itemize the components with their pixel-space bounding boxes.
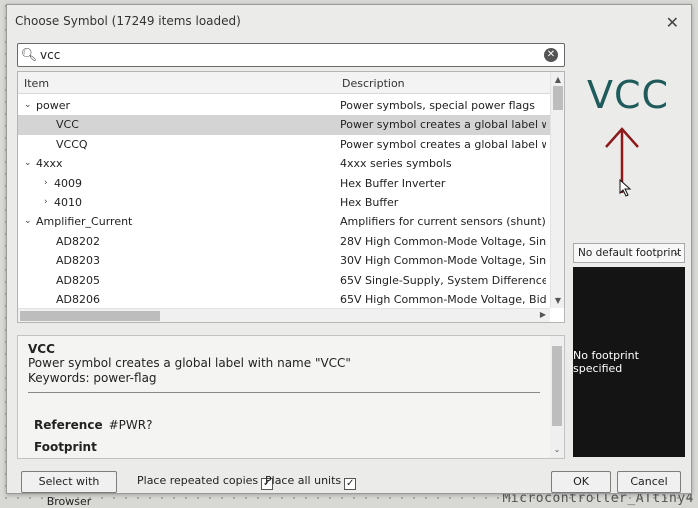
tree-row-description: Power symbols, special power flags	[340, 99, 535, 112]
column-header-description[interactable]: Description	[342, 77, 405, 90]
chevron-down-icon: ⌄	[672, 248, 680, 258]
tree-row-item: AD8203	[56, 254, 100, 268]
tree-row-description: 30V High Common-Mode Voltage, Single-Suj	[340, 254, 546, 268]
tree-row-item: AD8206	[56, 292, 100, 306]
hscroll-thumb[interactable]	[20, 311, 160, 321]
search-icon: 🔍︎	[20, 47, 38, 63]
tree-horizontal-scrollbar[interactable]: ◀ ▶	[18, 308, 550, 322]
tree-row[interactable]: ⌄ power Power symbols, special power flags	[18, 96, 550, 115]
tree-row-description: Hex Buffer Inverter	[340, 176, 446, 190]
tree-row[interactable]: AD8202 28V High Common-Mode Voltage, Sing…	[18, 232, 550, 251]
collapse-arrow-icon[interactable]: ⌄	[24, 154, 32, 173]
expand-arrow-icon[interactable]: ›	[44, 193, 48, 212]
place-repeated-copies-label: Place repeated copies	[137, 474, 259, 487]
tree-row[interactable]: ⌄ Amplifier_Current Amplifiers for current…	[18, 212, 550, 231]
tree-row[interactable]: ⌄ 4xxx 4xxx series symbols	[18, 154, 550, 173]
tree-row[interactable]: VCCQ Power symbol creates a global label …	[18, 135, 550, 154]
details-divider	[28, 392, 540, 393]
tree-row-item: power	[36, 99, 70, 112]
tree-row[interactable]: › 4010 Hex Buffer	[18, 193, 550, 212]
reference-label: Reference	[34, 418, 103, 432]
footprint-message: No footprint specified	[573, 349, 639, 375]
ok-button[interactable]: OK	[551, 471, 611, 493]
tree-row[interactable]: VCC Power symbol creates a global label w…	[18, 115, 550, 135]
details-reference: Reference #PWR?	[34, 418, 152, 432]
symbol-tree: Item Description ⌄ power Power symbols, sp…	[17, 71, 565, 323]
power-arrow-icon	[605, 127, 639, 193]
tree-row-description: 28V High Common-Mode Voltage, Single-Suj	[340, 234, 546, 248]
place-all-units-checkbox[interactable]: ✓	[344, 478, 357, 490]
expand-arrow-icon[interactable]: ›	[44, 174, 48, 193]
symbol-details-panel: VCC Power symbol creates a global label …	[17, 335, 565, 459]
tree-row-description: 65V High Common-Mode Voltage, Bidirectio	[340, 292, 546, 306]
tree-vertical-scrollbar[interactable]: ▲ ▼	[550, 72, 564, 308]
tree-row-item: VCC	[56, 118, 79, 132]
details-scroll-down-icon[interactable]: ⌄	[550, 445, 564, 454]
symbol-preview: VCC	[573, 43, 685, 239]
tree-row-description: Amplifiers for current sensors (shunt)	[340, 215, 546, 229]
tree-row-item: 4010	[54, 195, 82, 209]
scroll-down-icon[interactable]: ▼	[551, 296, 564, 305]
tree-row-item: 4xxx	[36, 157, 63, 171]
tree-row-description: 65V Single-Supply, System Difference Amp…	[340, 273, 546, 287]
scroll-thumb[interactable]	[553, 86, 563, 110]
details-keywords: Keywords: power-flag	[28, 371, 157, 385]
tree-row-description: Hex Buffer	[340, 195, 399, 209]
tree-row-item: VCCQ	[56, 137, 88, 151]
footprint-select-value: No default footprint	[578, 247, 682, 259]
details-name: VCC	[28, 342, 55, 356]
details-footprint-label: Footprint	[34, 440, 97, 454]
footprint-preview: No footprint specified	[573, 267, 685, 457]
reference-value: #PWR?	[108, 418, 153, 432]
tree-row-description: 4xxx series symbols	[340, 157, 452, 171]
tree-header: Item Description	[18, 72, 550, 94]
tree-row-item: AD8202	[56, 234, 100, 248]
tree-row-description: Power symbol creates a global label with…	[340, 118, 546, 132]
dialog-bottom-bar: Select with Browser Place repeated copie…	[21, 471, 685, 508]
collapse-arrow-icon[interactable]: ⌄	[24, 212, 32, 231]
footprint-select[interactable]: No default footprint ⌄	[573, 243, 685, 263]
dialog-titlebar: Choose Symbol (17249 items loaded)	[7, 5, 691, 37]
close-icon[interactable]: ✕	[666, 13, 679, 32]
tree-row-item: AD8205	[56, 273, 100, 287]
tree-row-item: 4009	[54, 176, 82, 190]
scroll-up-icon[interactable]: ▲	[551, 75, 564, 84]
search-box[interactable]: 🔍︎ ✕	[17, 43, 565, 67]
details-scrollbar[interactable]: ⌄	[550, 336, 564, 458]
tree-row-item: Amplifier_Current	[36, 215, 133, 229]
tree-row-description: Power symbol creates a global label with…	[340, 137, 546, 151]
dialog-title: Choose Symbol (17249 items loaded)	[15, 14, 241, 28]
tree-row[interactable]: › 4009 Hex Buffer Inverter	[18, 174, 550, 193]
tree-row[interactable]: AD8203 30V High Common-Mode Voltage, Sing…	[18, 251, 550, 270]
tree-row[interactable]: AD8205 65V Single-Supply, System Differen…	[18, 271, 550, 290]
tree-row[interactable]: AD8206 65V High Common-Mode Voltage, Bidi…	[18, 290, 550, 309]
search-input[interactable]	[40, 45, 544, 65]
column-header-item[interactable]: Item	[24, 77, 49, 90]
place-repeated-copies-option[interactable]: Place repeated copies ✓	[137, 474, 274, 490]
choose-symbol-dialog: Choose Symbol (17249 items loaded) ✕ 🔍︎ …	[6, 4, 692, 508]
tree-rows: ⌄ power Power symbols, special power flags…	[18, 96, 550, 309]
place-all-units-option[interactable]: Place all units ✓	[265, 474, 357, 490]
clear-search-icon[interactable]: ✕	[544, 48, 558, 62]
select-with-browser-button[interactable]: Select with Browser	[21, 471, 117, 508]
cancel-button[interactable]: Cancel	[617, 471, 681, 493]
place-all-units-label: Place all units	[265, 474, 342, 487]
details-scroll-thumb[interactable]	[552, 346, 562, 426]
details-description: Power symbol creates a global label with…	[28, 356, 351, 370]
mouse-cursor-icon	[619, 179, 632, 197]
scroll-right-icon[interactable]: ▶	[540, 310, 546, 319]
collapse-arrow-icon[interactable]: ⌄	[24, 96, 32, 115]
